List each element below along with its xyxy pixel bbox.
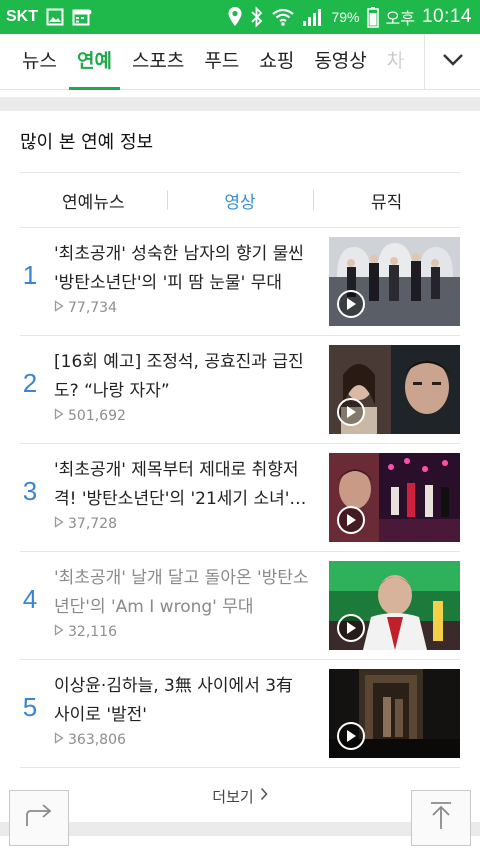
section-divider xyxy=(20,172,460,173)
location-icon xyxy=(227,6,243,28)
view-count: 501,692 xyxy=(54,408,126,424)
play-icon xyxy=(337,398,365,426)
list-item[interactable]: 3 '최초공개' 제목부터 제대로 취향저격! '방탄소년단'의 '21세기 소… xyxy=(20,444,460,552)
play-count-icon xyxy=(54,300,64,316)
video-thumbnail[interactable] xyxy=(329,669,460,758)
video-thumbnail[interactable] xyxy=(329,453,460,542)
rank-number: 3 xyxy=(22,476,38,506)
view-count: 37,728 xyxy=(54,516,117,532)
chevron-right-icon xyxy=(260,787,268,805)
item-title[interactable]: [16회 예고] 조정석, 공효진과 급진도? “나랑 자자” xyxy=(54,348,312,406)
battery-percent: 79% xyxy=(331,9,360,25)
play-count-icon xyxy=(54,624,64,640)
item-title[interactable]: '최초공개' 제목부터 제대로 취향저격! '방탄소년단'의 '21세기 소녀'… xyxy=(54,456,312,514)
section-separator xyxy=(0,97,480,111)
tabs-fade xyxy=(394,34,424,89)
signal-icon xyxy=(302,7,324,27)
view-count-value: 32,116 xyxy=(68,624,117,640)
rank-number: 1 xyxy=(22,260,38,290)
scroll-top-button[interactable] xyxy=(411,790,471,846)
play-icon xyxy=(337,506,365,534)
rank-number: 4 xyxy=(22,584,38,614)
play-count-icon xyxy=(54,732,64,748)
video-thumbnail[interactable] xyxy=(329,345,460,434)
play-icon xyxy=(337,614,365,642)
list-item[interactable]: 4 '최초공개' 날개 달고 돌아온 '방탄소년단'의 'Am I wrong'… xyxy=(20,552,460,660)
clock-ampm: 오후 xyxy=(385,9,415,28)
section-title: 많이 본 연예 정보 xyxy=(20,132,154,153)
chevron-down-icon xyxy=(442,52,464,71)
subtab-video[interactable]: 영상 xyxy=(166,174,314,226)
list-item[interactable]: 5 이상윤·김하늘, 3無 사이에서 3有 사이로 '발전' 363,806 xyxy=(20,660,460,768)
battery-icon xyxy=(366,6,379,28)
view-count-value: 501,692 xyxy=(68,408,126,424)
view-count: 32,116 xyxy=(54,624,117,640)
tab-entertainment[interactable]: 연예 xyxy=(67,34,122,90)
play-icon xyxy=(337,722,365,750)
carrier-label: SKT xyxy=(6,8,38,25)
item-title[interactable]: 이상윤·김하늘, 3無 사이에서 3有 사이로 '발전' xyxy=(54,672,312,730)
view-count: 77,734 xyxy=(54,300,117,316)
more-button[interactable]: 더보기 xyxy=(20,776,460,816)
calendar-icon xyxy=(72,8,92,26)
tab-news[interactable]: 뉴스 xyxy=(12,34,67,90)
tab-shopping[interactable]: 쇼핑 xyxy=(249,34,304,90)
tab-food[interactable]: 푸드 xyxy=(194,34,249,90)
view-count: 363,806 xyxy=(54,732,126,748)
share-button[interactable] xyxy=(9,790,69,846)
tab-sports[interactable]: 스포츠 xyxy=(122,34,194,90)
item-title[interactable]: '최초공개' 날개 달고 돌아온 '방탄소년단'의 'Am I wrong' 무… xyxy=(54,564,312,622)
list-item[interactable]: 1 '최초공개' 성숙한 남자의 향기 물씬 '방탄소년단'의 '피 땀 눈물'… xyxy=(20,228,460,336)
item-title[interactable]: '최초공개' 성숙한 남자의 향기 물씬 '방탄소년단'의 '피 땀 눈물' 무… xyxy=(54,240,312,298)
tab-video[interactable]: 동영상 xyxy=(304,34,376,90)
video-thumbnail[interactable] xyxy=(329,561,460,650)
play-count-icon xyxy=(54,516,64,532)
bluetooth-icon xyxy=(250,6,264,28)
gallery-icon xyxy=(46,8,64,26)
rank-number: 2 xyxy=(22,368,38,398)
status-bar: SKT 79% 오후 10:14 xyxy=(0,0,480,34)
category-tab-bar: 뉴스 연예 스포츠 푸드 쇼핑 동영상 차 xyxy=(0,34,480,90)
clock-time: 10:14 xyxy=(421,6,472,27)
view-count-value: 363,806 xyxy=(68,732,126,748)
view-count-value: 77,734 xyxy=(68,300,117,316)
share-arrow-icon xyxy=(24,803,54,833)
bottom-separator xyxy=(0,822,480,836)
subtab-entertainment-news[interactable]: 연예뉴스 xyxy=(20,174,167,226)
wifi-icon xyxy=(271,7,295,27)
section-subtabs: 연예뉴스 영상 뮤직 xyxy=(20,174,460,226)
video-ranking-list: 1 '최초공개' 성숙한 남자의 향기 물씬 '방탄소년단'의 '피 땀 눈물'… xyxy=(20,228,460,768)
category-tabs: 뉴스 연예 스포츠 푸드 쇼핑 동영상 차 xyxy=(0,34,424,90)
expand-tabs-button[interactable] xyxy=(424,34,480,89)
rank-number: 5 xyxy=(22,692,38,722)
play-count-icon xyxy=(54,408,64,424)
play-icon xyxy=(337,290,365,318)
arrow-up-icon xyxy=(428,801,454,835)
video-thumbnail[interactable] xyxy=(329,237,460,326)
subtab-music[interactable]: 뮤직 xyxy=(313,174,460,226)
list-item[interactable]: 2 [16회 예고] 조정석, 공효진과 급진도? “나랑 자자” 501,69… xyxy=(20,336,460,444)
more-label: 더보기 xyxy=(212,787,254,806)
view-count-value: 37,728 xyxy=(68,516,117,532)
